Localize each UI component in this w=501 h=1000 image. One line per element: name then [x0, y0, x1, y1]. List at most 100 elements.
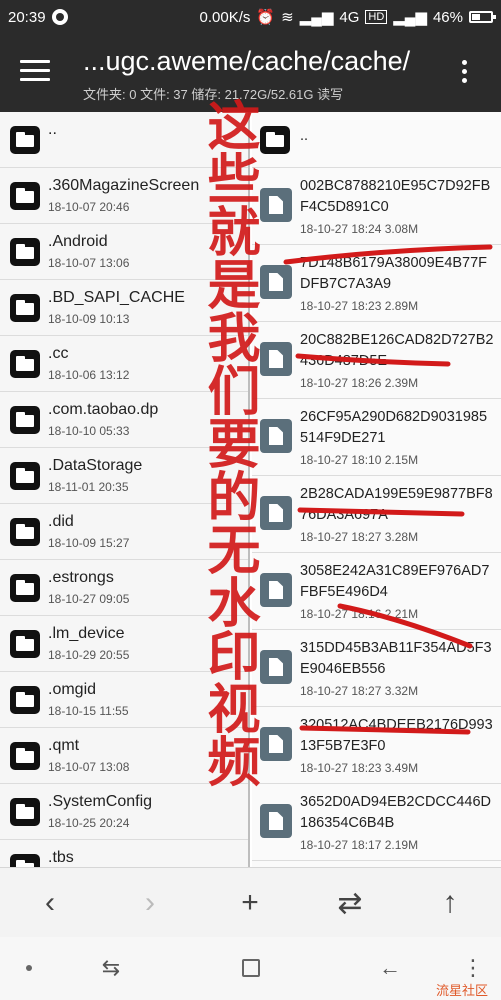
folder-row[interactable]: .qmt 18-10-07 13:08	[0, 728, 248, 784]
folder-name: .estrongs	[48, 569, 114, 586]
folder-row[interactable]: .DataStorage 18-11-01 20:35	[0, 448, 248, 504]
system-nav-bar: ⇆ ← ⋮	[0, 937, 501, 1000]
folder-name: ..	[48, 121, 57, 138]
folder-date: 18-10-07 13:06	[48, 256, 130, 270]
more-options-icon[interactable]	[462, 60, 468, 86]
file-name: 320512AC4BDEEB2176D99313F5B7E3F0	[300, 717, 493, 754]
status-bar: 20:39 0.00K/s ⏰ ≋ ▂▄▆ 4G HD ▂▄▆ 46%	[0, 0, 501, 34]
folder-date: 18-10-27 09:05	[48, 592, 130, 606]
battery-percent: 46%	[432, 8, 463, 26]
file-row[interactable]: 315DD45B3AB11F354AD5F3E9046EB556 18-10-27…	[252, 630, 501, 707]
file-icon	[260, 496, 292, 530]
left-file-panel[interactable]: .. .360MagazineScreen 18-10-07 20:46 .Andro…	[0, 112, 250, 867]
folder-date: 18-10-07 13:08	[48, 760, 130, 774]
file-row[interactable]: 26CF95A290D682D9031985514F9DE271 18-10-27…	[252, 399, 501, 476]
folder-row[interactable]: .omgid 18-10-15 11:55	[0, 672, 248, 728]
folder-date: 18-10-29 20:55	[48, 648, 130, 662]
status-time: 20:39	[8, 8, 46, 26]
folder-date: 18-10-10 05:33	[48, 424, 130, 438]
folder-row[interactable]: .estrongs 18-10-27 09:05	[0, 560, 248, 616]
file-row[interactable]: 002BC8788210E95C7D92FBF4C5D891C0 18-10-27…	[252, 168, 501, 245]
folder-icon	[10, 742, 40, 770]
file-icon	[260, 419, 292, 453]
storage-summary: 文件夹: 0 文件: 37 储存: 21.72G/52.61G 读写	[83, 87, 344, 102]
hamburger-menu-icon[interactable]	[20, 60, 50, 84]
file-row[interactable]: 320512AC4BDEEB2176D99313F5B7E3F0 18-10-27…	[252, 707, 501, 784]
parent-folder-name: ..	[300, 128, 309, 144]
nav-back-icon[interactable]: ←	[375, 953, 405, 983]
folder-row[interactable]: .Android 18-10-07 13:06	[0, 224, 248, 280]
folder-row[interactable]: .BD_SAPI_CACHE 18-10-09 10:13	[0, 280, 248, 336]
folder-name: .SystemConfig	[48, 793, 153, 810]
path-title: ...ugc.aweme/cache/cache/	[83, 46, 411, 76]
file-name: 7D148B6179A38009E4B77FDFB7C7A3A9	[300, 255, 488, 292]
file-row[interactable]: 3652D0AD94EB2CDCC446D186354C6B4B 18-10-27…	[252, 784, 501, 861]
nav-more-icon[interactable]: ⋮	[458, 953, 488, 983]
app-bar: ...ugc.aweme/cache/cache/ 文件夹: 0 文件: 37 …	[0, 34, 501, 112]
folder-row[interactable]: .com.taobao.dp 18-10-10 05:33	[0, 392, 248, 448]
dot-icon	[26, 965, 32, 971]
file-meta: 18-10-27 18:17 2.19M	[300, 838, 419, 852]
battery-icon	[469, 11, 496, 23]
folder-date: 18-10-07 20:46	[48, 200, 130, 214]
folder-name: .tbs	[48, 849, 74, 866]
right-file-panel[interactable]: .. 002BC8788210E95C7D92FBF4C5D891C0 18-10-…	[252, 112, 501, 867]
file-row[interactable]: 2B28CADA199E59E9877BF876DA3A697A 18-10-27…	[252, 476, 501, 553]
folder-date: 18-11-01 20:35	[48, 480, 129, 494]
parent-folder-row[interactable]: ..	[252, 112, 501, 168]
file-meta: 18-10-27 18:24 3.08M	[300, 222, 419, 236]
wifi-icon: ≋	[281, 9, 294, 26]
file-row[interactable]: 3058E242A31C89EF976AD7FBF5E496D4 18-10-27…	[252, 553, 501, 630]
file-icon	[260, 265, 292, 299]
folder-name: .omgid	[48, 681, 97, 698]
folder-row[interactable]: .cc 18-10-06 13:12	[0, 336, 248, 392]
up-directory-icon[interactable]: ↑	[430, 886, 470, 920]
file-name: 26CF95A290D682D9031985514F9DE271	[300, 409, 488, 446]
file-name: 3058E242A31C89EF976AD7FBF5E496D4	[300, 563, 490, 600]
folder-icon	[10, 630, 40, 658]
nav-menu-icon[interactable]: ⇆	[96, 953, 126, 983]
back-arrow-icon[interactable]: ‹	[30, 886, 70, 920]
folder-row[interactable]: .SystemConfig 18-10-25 20:24	[0, 784, 248, 840]
folder-name: .360MagazineScreen	[48, 177, 200, 194]
qq-notification-icon	[51, 9, 68, 25]
file-name: 20C882BE126CAD82D727B2436D487D5E	[300, 332, 494, 369]
alarm-icon: ⏰	[256, 9, 276, 26]
file-name: 3652D0AD94EB2CDCC446D186354C6B4B	[300, 794, 492, 831]
nav-home-button[interactable]	[236, 953, 266, 983]
folder-date: 18-10-15 11:55	[48, 704, 129, 718]
folder-name: .com.taobao.dp	[48, 401, 159, 418]
network-type: 4G	[339, 8, 360, 26]
folder-icon	[260, 126, 290, 154]
folder-row[interactable]: .lm_device 18-10-29 20:55	[0, 616, 248, 672]
folder-name: .cc	[48, 345, 69, 362]
file-icon	[260, 727, 292, 761]
folder-row[interactable]: .did 18-10-09 15:27	[0, 504, 248, 560]
file-meta: 18-10-27 18:26 2.39M	[300, 376, 419, 390]
folder-icon	[10, 238, 40, 266]
folder-icon	[10, 798, 40, 826]
file-row[interactable]: 20C882BE126CAD82D727B2436D487D5E 18-10-27…	[252, 322, 501, 399]
file-meta: 18-10-27 18:10 2.15M	[300, 453, 419, 467]
add-icon[interactable]: +	[230, 886, 270, 920]
folder-name: .qmt	[48, 737, 80, 754]
file-name: 315DD45B3AB11F354AD5F3E9046EB556	[300, 640, 492, 677]
signal-icon: ▂▄▆	[299, 9, 334, 26]
file-row[interactable]: 7D148B6179A38009E4B77FDFB7C7A3A9 18-10-27…	[252, 245, 501, 322]
status-right: 0.00K/s ⏰ ≋ ▂▄▆ 4G HD ▂▄▆ 46%	[199, 8, 496, 26]
forward-arrow-icon[interactable]: ›	[130, 886, 170, 920]
network-speed: 0.00K/s	[199, 8, 251, 26]
folder-row[interactable]: .tbs	[0, 840, 248, 867]
folder-row[interactable]: ..	[0, 112, 248, 168]
file-icon	[260, 804, 292, 838]
swap-panels-icon[interactable]: ⇄	[330, 886, 370, 920]
folder-icon	[10, 518, 40, 546]
file-icon	[260, 573, 292, 607]
folder-name: .Android	[48, 233, 108, 250]
hd-badge: HD	[365, 10, 388, 24]
folder-row[interactable]: .360MagazineScreen 18-10-07 20:46	[0, 168, 248, 224]
file-meta: 18-10-27 18:23 2.89M	[300, 299, 419, 313]
nav-dot-button[interactable]	[14, 953, 44, 983]
folder-name: .did	[48, 513, 74, 530]
folder-icon	[10, 574, 40, 602]
